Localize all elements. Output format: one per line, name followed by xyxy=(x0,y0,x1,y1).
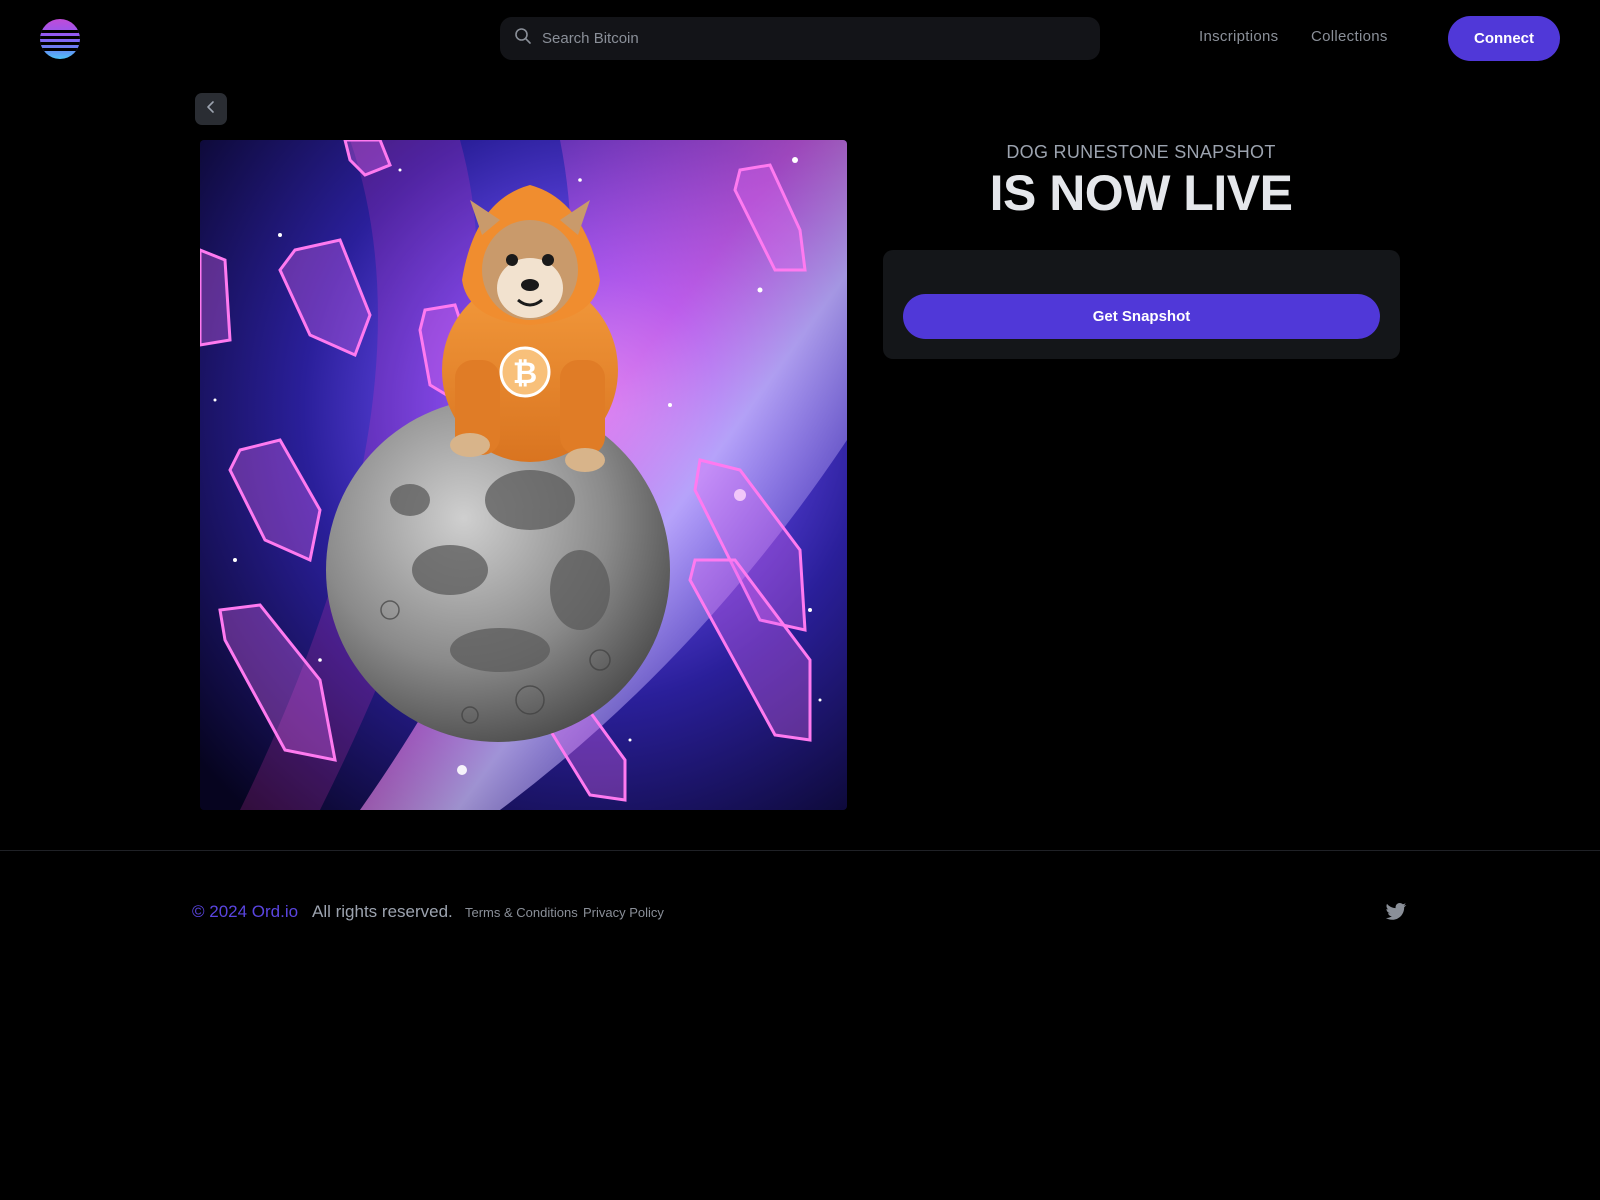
footer-divider xyxy=(0,850,1600,851)
get-snapshot-button[interactable]: Get Snapshot xyxy=(903,294,1380,339)
connect-button[interactable]: Connect xyxy=(1448,16,1560,61)
header: Inscriptions Collections Connect xyxy=(0,0,1600,78)
logo[interactable] xyxy=(40,19,80,59)
copyright: © 2024 Ord.io xyxy=(192,902,299,921)
twitter-icon[interactable] xyxy=(1385,902,1407,922)
snapshot-subtitle: DOG RUNESTONE SNAPSHOT xyxy=(1006,142,1276,162)
search-icon xyxy=(514,27,532,50)
snapshot-card: Get Snapshot xyxy=(883,250,1400,359)
search-input[interactable] xyxy=(542,30,1082,47)
svg-text:₿: ₿ xyxy=(513,357,537,390)
nav-collections-link[interactable]: Collections xyxy=(1311,28,1388,45)
privacy-link[interactable]: Privacy Policy xyxy=(583,905,664,920)
rights-text: All rights reserved. xyxy=(312,902,453,921)
artwork-image: ₿ xyxy=(200,140,847,810)
search-bar[interactable] xyxy=(500,17,1100,60)
back-button[interactable] xyxy=(195,93,227,125)
terms-link[interactable]: Terms & Conditions xyxy=(465,905,578,920)
chevron-left-icon xyxy=(204,100,218,119)
nav-inscriptions-link[interactable]: Inscriptions xyxy=(1199,28,1278,45)
footer: © 2024 Ord.io All rights reserved. Terms… xyxy=(0,890,1600,930)
headline: IS NOW LIVE xyxy=(989,165,1293,221)
